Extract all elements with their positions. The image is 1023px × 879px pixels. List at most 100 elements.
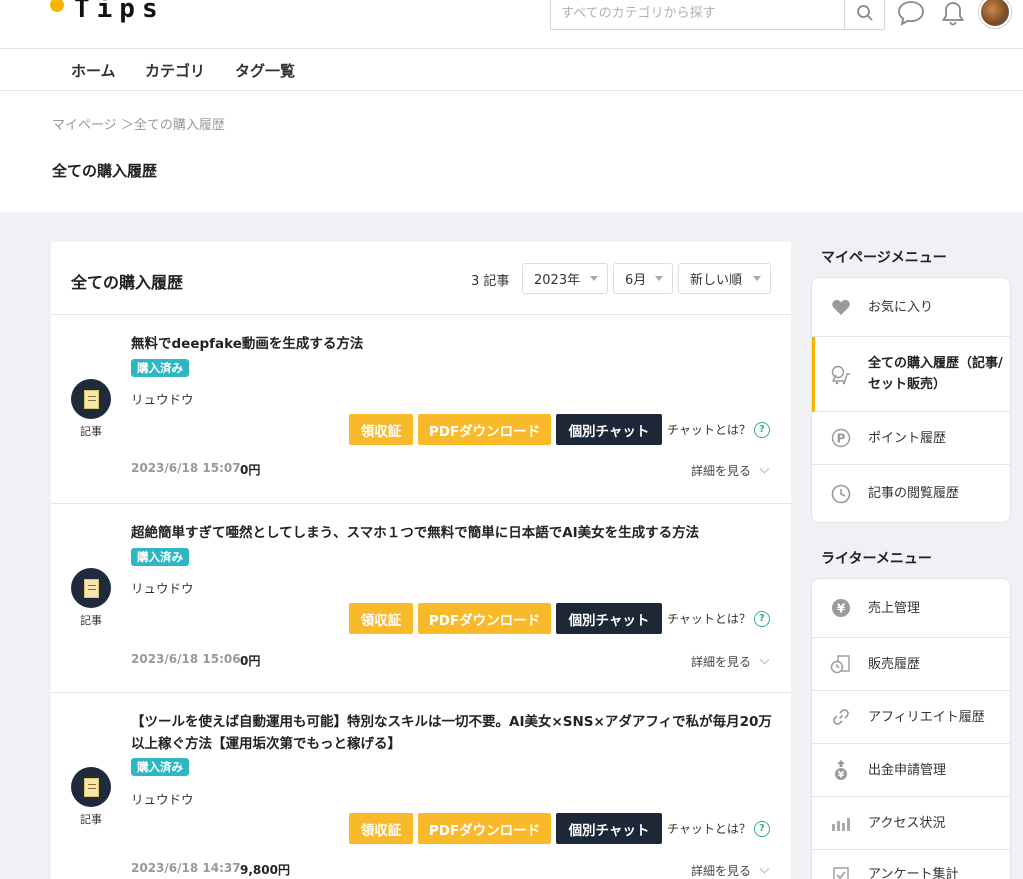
individual-chat-button[interactable]: 個別チャット <box>556 414 662 445</box>
purchased-badge: 購入済み <box>131 548 189 566</box>
menu-item-view-history[interactable]: 記事の閲覧履歴 <box>812 465 1010 522</box>
clock-icon <box>830 483 852 505</box>
purchase-price: 9,800円 <box>240 863 290 877</box>
article-type-label: 記事 <box>80 425 102 438</box>
article-count: 3 記事 <box>471 274 510 289</box>
nav-home[interactable]: ホーム <box>71 60 116 81</box>
menu-item-point-history[interactable]: P ポイント履歴 <box>812 412 1010 465</box>
author-name[interactable]: リュウドウ <box>131 389 194 408</box>
pdf-download-button[interactable]: PDFダウンロード <box>418 813 551 844</box>
menu-item-label: ポイント履歴 <box>868 430 947 446</box>
details-link[interactable]: 詳細を見る <box>691 462 770 479</box>
month-select[interactable]: 6月 <box>613 263 673 294</box>
user-avatar[interactable] <box>979 0 1011 28</box>
check-icon <box>830 864 852 879</box>
chevron-down-icon <box>759 654 770 665</box>
menu-item-purchase-history[interactable]: 全ての購入履歴（記事/セット販売） <box>812 337 1010 412</box>
menu-item-label: 販売履歴 <box>868 656 921 672</box>
bar-chart-icon <box>830 812 852 834</box>
question-icon: ? <box>753 820 770 837</box>
menu-item-favorites[interactable]: お気に入り <box>812 278 1010 337</box>
details-label: 詳細を見る <box>691 655 752 669</box>
details-label: 詳細を見る <box>691 864 752 878</box>
purchase-date: 2023/6/18 15:07 <box>131 461 241 475</box>
purchase-date: 2023/6/18 14:37 <box>131 861 241 875</box>
svg-text:¥: ¥ <box>837 602 846 616</box>
menu-item-sales-management[interactable]: ¥ 売上管理 <box>812 579 1010 638</box>
question-icon: ? <box>753 421 770 438</box>
nav-category[interactable]: カテゴリ <box>145 60 205 81</box>
item-title[interactable]: 【ツールを使えば自動運用も可能】特別なスキルは一切不要。AI美女×SNS×アダア… <box>131 711 776 755</box>
pdf-download-button[interactable]: PDFダウンロード <box>418 603 551 634</box>
item-title[interactable]: 無料でdeepfake動画を生成する方法 <box>131 333 776 355</box>
chevron-down-icon <box>759 863 770 874</box>
month-value: 6月 <box>625 273 647 288</box>
mypage-menu-title: マイページメニュー <box>821 250 947 266</box>
menu-item-affiliate-history[interactable]: アフィリエイト履歴 <box>812 691 1010 744</box>
article-type: 記事 <box>71 767 111 827</box>
caret-down-icon <box>655 276 663 281</box>
purchased-badge: 購入済み <box>131 758 189 776</box>
chat-help-label: チャットとは？ <box>667 423 751 437</box>
tips-logo[interactable]: Tips <box>50 0 165 24</box>
purchase-item: 記事 超絶簡単すぎて唖然としてしまう、スマホ１つで無料で簡単に日本語でAI美女を… <box>51 504 791 693</box>
menu-item-label: 記事の閲覧履歴 <box>868 486 960 501</box>
chat-help[interactable]: チャットとは？? <box>667 820 770 837</box>
withdraw-icon: ¥ <box>830 759 852 781</box>
author-name[interactable]: リュウドウ <box>131 789 194 808</box>
point-icon: P <box>830 427 852 449</box>
individual-chat-button[interactable]: 個別チャット <box>556 813 662 844</box>
sort-value: 新しい順 <box>690 273 743 288</box>
chevron-down-icon <box>759 463 770 474</box>
article-type-label: 記事 <box>80 813 102 826</box>
search-input[interactable] <box>551 0 844 29</box>
article-type: 記事 <box>71 379 111 439</box>
sales-history-icon <box>830 653 852 675</box>
bulb-icon <box>50 0 64 12</box>
heart-icon <box>830 296 852 318</box>
svg-text:¥: ¥ <box>838 771 845 781</box>
receipt-button[interactable]: 領収証 <box>349 603 413 634</box>
svg-text:P: P <box>837 432 846 446</box>
cart-icon <box>830 363 852 385</box>
sort-select[interactable]: 新しい順 <box>678 263 771 294</box>
individual-chat-button[interactable]: 個別チャット <box>556 603 662 634</box>
chat-bubble-icon[interactable] <box>896 0 926 28</box>
author-name[interactable]: リュウドウ <box>131 578 194 597</box>
search-button[interactable] <box>844 0 884 29</box>
chat-help[interactable]: チャットとは？? <box>667 421 770 438</box>
pdf-download-button[interactable]: PDFダウンロード <box>418 414 551 445</box>
menu-item-access-status[interactable]: アクセス状況 <box>812 797 1010 850</box>
article-type-label: 記事 <box>80 614 102 627</box>
article-icon <box>71 568 111 608</box>
receipt-button[interactable]: 領収証 <box>349 813 413 844</box>
details-link[interactable]: 詳細を見る <box>691 653 770 670</box>
logo-text: Tips <box>74 0 165 24</box>
menu-item-sales-history[interactable]: 販売履歴 <box>812 638 1010 691</box>
purchase-price: 0円 <box>240 463 261 477</box>
details-label: 詳細を見る <box>691 464 752 478</box>
menu-item-survey[interactable]: アンケート集計 <box>812 850 1010 879</box>
menu-item-label: アフィリエイト履歴 <box>868 709 985 725</box>
menu-item-label: アクセス状況 <box>868 815 946 831</box>
receipt-button[interactable]: 領収証 <box>349 414 413 445</box>
menu-item-label: お気に入り <box>868 299 934 315</box>
chat-help[interactable]: チャットとは？? <box>667 610 770 627</box>
article-icon <box>71 767 111 807</box>
menu-item-label: 出金申請管理 <box>868 762 947 778</box>
item-title[interactable]: 超絶簡単すぎて唖然としてしまう、スマホ１つで無料で簡単に日本語でAI美女を生成す… <box>131 522 776 544</box>
nav-tag-list[interactable]: タグ一覧 <box>235 60 295 81</box>
purchase-item: 記事 無料でdeepfake動画を生成する方法 購入済み リュウドウ 領収証 P… <box>51 315 791 504</box>
top-header: Tips <box>0 0 1023 49</box>
menu-item-withdrawal[interactable]: ¥ 出金申請管理 <box>812 744 1010 797</box>
purchased-badge: 購入済み <box>131 359 189 377</box>
mypage-menu: お気に入り 全ての購入履歴（記事/セット販売） P ポイント履歴 記事の閲覧履歴 <box>811 277 1011 523</box>
article-icon <box>71 379 111 419</box>
year-select[interactable]: 2023年 <box>522 263 608 294</box>
writer-menu: ¥ 売上管理 販売履歴 アフィリエイト履歴 ¥ 出金申請管理 アクセス状況 アン… <box>811 578 1011 879</box>
details-link[interactable]: 詳細を見る <box>691 862 770 879</box>
bell-icon[interactable] <box>938 0 968 28</box>
page-header: マイページ ＞全ての購入履歴 全ての購入履歴 <box>0 91 1023 212</box>
breadcrumb[interactable]: マイページ ＞全ての購入履歴 <box>52 114 225 133</box>
yen-icon: ¥ <box>830 597 852 619</box>
